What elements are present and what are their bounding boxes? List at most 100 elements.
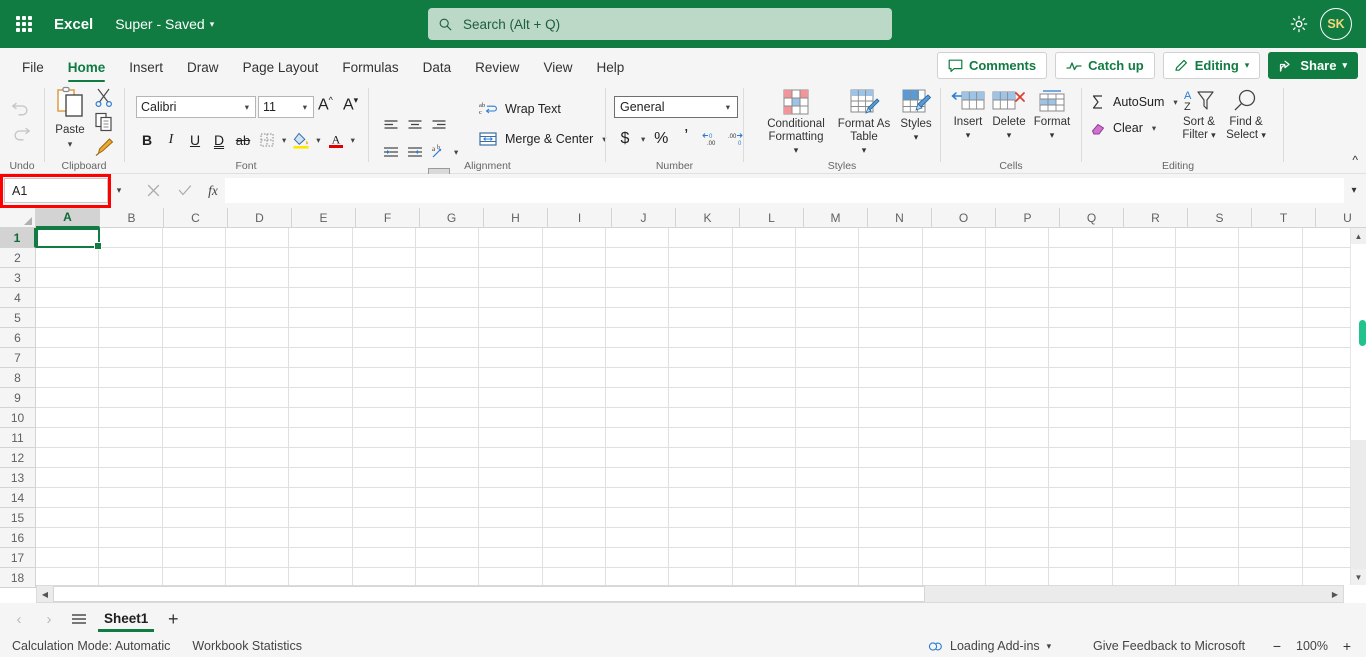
- paste-button[interactable]: Paste ▾: [48, 86, 92, 150]
- column-header-d[interactable]: D: [228, 208, 292, 228]
- cell-F2[interactable]: [352, 248, 416, 268]
- cell-L6[interactable]: [732, 328, 796, 348]
- scroll-left-icon[interactable]: ◀: [37, 586, 53, 602]
- cell-J6[interactable]: [605, 328, 670, 348]
- cell-S11[interactable]: [1175, 428, 1240, 448]
- cell-H16[interactable]: [479, 528, 543, 548]
- cell-D15[interactable]: [225, 508, 290, 528]
- cell-K6[interactable]: [669, 328, 733, 348]
- cell-A4[interactable]: [36, 288, 100, 308]
- scroll-right-icon[interactable]: ▶: [1327, 586, 1343, 602]
- cell-C16[interactable]: [162, 528, 226, 548]
- cell-E14[interactable]: [289, 488, 353, 508]
- cell-C1[interactable]: [162, 228, 226, 248]
- cell-F1[interactable]: [352, 228, 416, 248]
- cell-D13[interactable]: [225, 468, 290, 488]
- cell-A5[interactable]: [36, 308, 100, 328]
- row-header-8[interactable]: 8: [0, 368, 36, 388]
- tab-review[interactable]: Review: [463, 60, 531, 82]
- cell-H12[interactable]: [479, 448, 543, 468]
- cell-B5[interactable]: [99, 308, 163, 328]
- cell-C11[interactable]: [162, 428, 226, 448]
- cell-B8[interactable]: [99, 368, 163, 388]
- cell-R7[interactable]: [1112, 348, 1176, 368]
- cell-N13[interactable]: [859, 468, 923, 488]
- zoom-out-button[interactable]: −: [1270, 638, 1284, 654]
- cell-D8[interactable]: [225, 368, 290, 388]
- cell-G18[interactable]: [415, 568, 480, 585]
- cell-O9[interactable]: [922, 388, 986, 408]
- cell-O12[interactable]: [922, 448, 986, 468]
- cell-A15[interactable]: [36, 508, 100, 528]
- row-header-1[interactable]: 1: [0, 228, 36, 248]
- cell-H10[interactable]: [479, 408, 543, 428]
- cell-T11[interactable]: [1239, 428, 1303, 448]
- cell-L10[interactable]: [732, 408, 796, 428]
- cell-F15[interactable]: [352, 508, 416, 528]
- align-left-button[interactable]: [380, 114, 402, 136]
- cell-O5[interactable]: [922, 308, 986, 328]
- cell-E6[interactable]: [289, 328, 353, 348]
- cell-B7[interactable]: [99, 348, 163, 368]
- increase-indent-button[interactable]: [404, 141, 426, 163]
- cell-G15[interactable]: [415, 508, 480, 528]
- expand-formula-bar-button[interactable]: ▾: [1344, 178, 1364, 203]
- chevron-down-icon[interactable]: ▾: [1007, 129, 1012, 142]
- column-header-n[interactable]: N: [868, 208, 932, 228]
- double-underline-button[interactable]: D: [208, 129, 230, 151]
- column-header-g[interactable]: G: [420, 208, 484, 228]
- font-color-button[interactable]: A: [325, 129, 347, 151]
- align-center-button[interactable]: [404, 114, 426, 136]
- cell-G17[interactable]: [415, 548, 480, 568]
- cell-I11[interactable]: [542, 428, 606, 448]
- cell-H14[interactable]: [479, 488, 543, 508]
- zoom-in-button[interactable]: +: [1340, 638, 1354, 654]
- cell-A17[interactable]: [36, 548, 100, 568]
- find-select-button[interactable]: Find & Select ▾: [1222, 88, 1270, 142]
- column-header-u[interactable]: U: [1316, 208, 1366, 228]
- cell-K9[interactable]: [669, 388, 733, 408]
- number-format-select[interactable]: General ▾: [614, 96, 738, 118]
- cell-E5[interactable]: [289, 308, 353, 328]
- scroll-up-icon[interactable]: ▲: [1351, 228, 1366, 244]
- tab-view[interactable]: View: [531, 60, 584, 82]
- font-name-select[interactable]: Calibri ▾: [136, 96, 256, 118]
- cell-H6[interactable]: [479, 328, 543, 348]
- cell-J14[interactable]: [605, 488, 670, 508]
- cell-P7[interactable]: [985, 348, 1050, 368]
- cell-E10[interactable]: [289, 408, 353, 428]
- cell-R1[interactable]: [1112, 228, 1176, 248]
- cell-C2[interactable]: [162, 248, 226, 268]
- cell-K18[interactable]: [669, 568, 733, 585]
- confirm-edit-button[interactable]: [170, 178, 200, 203]
- cell-C12[interactable]: [162, 448, 226, 468]
- cell-G14[interactable]: [415, 488, 480, 508]
- cell-A8[interactable]: [36, 368, 100, 388]
- collapse-ribbon-button[interactable]: ^: [1352, 153, 1358, 167]
- cell-P1[interactable]: [985, 228, 1050, 248]
- cell-M15[interactable]: [795, 508, 860, 528]
- cell-N6[interactable]: [859, 328, 923, 348]
- cell-O13[interactable]: [922, 468, 986, 488]
- cell-Q1[interactable]: [1049, 228, 1113, 248]
- cell-S8[interactable]: [1175, 368, 1240, 388]
- column-header-a[interactable]: A: [36, 208, 100, 228]
- accounting-format-button[interactable]: $: [614, 128, 636, 150]
- cell-J3[interactable]: [605, 268, 670, 288]
- cell-K3[interactable]: [669, 268, 733, 288]
- row-header-6[interactable]: 6: [0, 328, 36, 348]
- cell-J18[interactable]: [605, 568, 670, 585]
- cell-H17[interactable]: [479, 548, 543, 568]
- cell-A13[interactable]: [36, 468, 100, 488]
- cell-H5[interactable]: [479, 308, 543, 328]
- cell-Q7[interactable]: [1049, 348, 1113, 368]
- cell-S13[interactable]: [1175, 468, 1240, 488]
- cell-Q16[interactable]: [1049, 528, 1113, 548]
- cell-Q6[interactable]: [1049, 328, 1113, 348]
- strikethrough-button[interactable]: ab: [232, 129, 254, 151]
- cell-K10[interactable]: [669, 408, 733, 428]
- cell-N2[interactable]: [859, 248, 923, 268]
- cell-I18[interactable]: [542, 568, 606, 585]
- document-title[interactable]: Super - Saved ▾: [115, 16, 214, 32]
- cell-C4[interactable]: [162, 288, 226, 308]
